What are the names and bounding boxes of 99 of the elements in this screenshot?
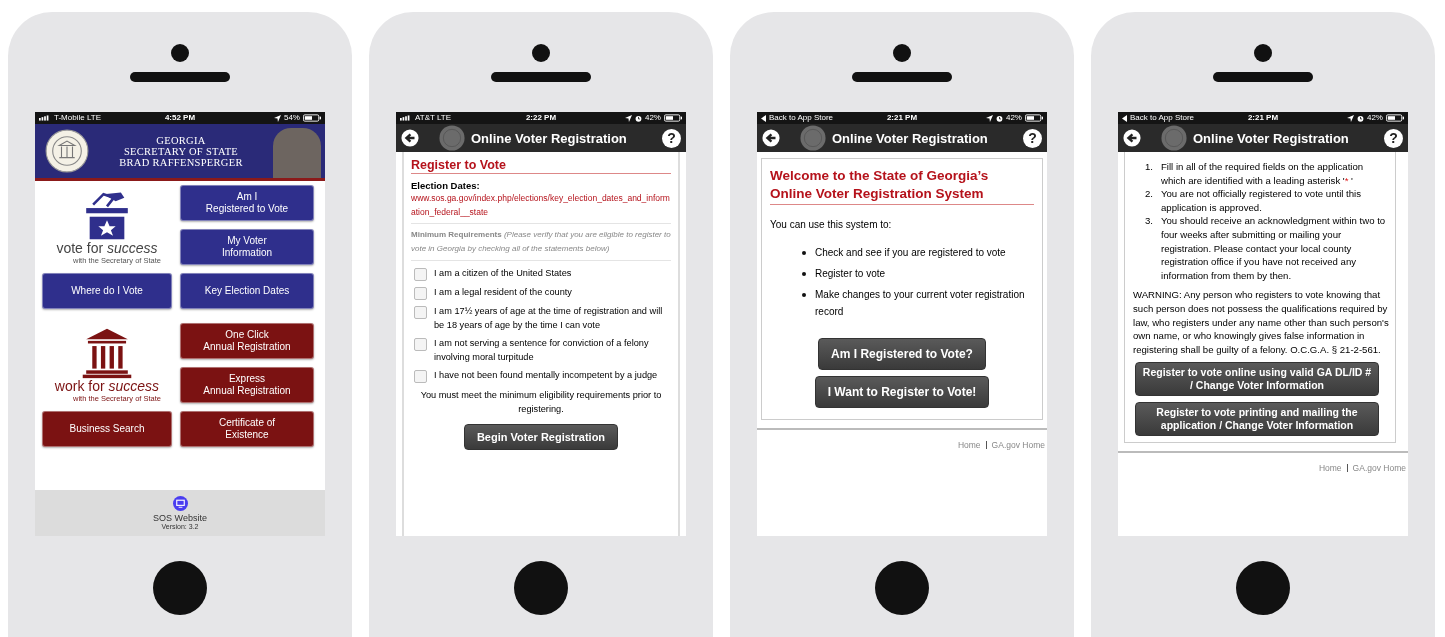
carrier-label[interactable]: Back to App Store [1130,113,1195,123]
location-icon [273,114,281,122]
logo-text: vote for success [56,241,158,256]
register-button[interactable]: Register to vote printing and mailing the application / Change Voter Information [1135,402,1379,437]
battery-icon [303,114,321,122]
state-seal-icon [45,129,89,173]
checkbox[interactable] [414,338,427,351]
checkbox[interactable] [414,268,427,281]
battery-icon [1025,114,1043,122]
begin-registration-button[interactable]: Begin Voter Registration [463,424,619,450]
back-icon[interactable] [761,114,766,122]
carrier-label: T-Mobile LTE [54,113,101,123]
menu-button[interactable]: Express Annual Registration [180,367,314,403]
home-button[interactable] [153,561,207,615]
alarm-icon [995,114,1003,122]
checkbox-label: I am not serving a sentence for conviction of a felony involving moral turpitude [434,337,650,364]
header-title: GEORGIA SECRETARY OF STATE BRAD RAFFENSPERGER [118,134,244,168]
home-button[interactable] [1236,561,1290,615]
photo-placeholder [273,128,321,178]
carrier-label[interactable]: Back to App Store [769,113,834,123]
checkbox[interactable] [414,370,427,383]
carrier-label: AT&T LTE [415,113,451,123]
battery-icon [1386,114,1404,122]
help-button[interactable]: ? [1023,128,1042,148]
checkbox-label: I am a citizen of the United States [434,267,572,280]
footer-link[interactable]: GA.gov Home [1352,463,1406,474]
status-time: 2:21 PM [886,113,918,123]
register-button[interactable]: Register to vote online using valid GA DL/ID # / Change Voter Information [1135,362,1379,397]
list-item-text: Make changes to your current voter registration record [815,288,1026,319]
speaker-icon [1213,72,1313,82]
logo-text: work for success [54,379,160,394]
note-text: You must meet the minimum eligibility requirements prior to registering. [419,389,663,416]
footer-link[interactable]: GA.gov Home [991,440,1045,450]
camera-icon [532,44,550,62]
menu-button[interactable]: Key Election Dates [180,273,314,309]
action-button[interactable]: Am I Registered to Vote? [818,338,986,370]
home-button[interactable] [514,561,568,615]
camera-icon [893,44,911,62]
step-number: 1. [1145,160,1154,174]
screen-title: Online Voter Registration [471,130,628,146]
menu-button[interactable]: One Click Annual Registration [180,323,314,359]
home-button[interactable] [875,561,929,615]
menu-button[interactable]: Business Search [42,411,172,447]
alarm-icon [634,114,642,122]
step-text: Fill in all of the required fields on the application which are identified with a leading asterisk '* ' [1161,160,1365,188]
requirements-text: Minimum Requirements (Please verify that you are eligible to register to vote in Georgia by checking all of the statements below) [411,229,671,255]
status-time: 2:22 PM [525,113,557,123]
battery-percent: 42% [644,113,661,123]
warning-text: WARNING: Any person who registers to vote knowing that such person does not possess the qualifications required by law, who registers under any name other than such person's own name, or who knowingly gives false information in registering shall be guilty of a felony. O.C.G.A. § 21-2-561. [1133,288,1389,357]
camera-icon [1254,44,1272,62]
back-icon[interactable] [1122,114,1127,122]
footer-link[interactable]: Home [1318,463,1342,474]
checkbox-label: I have not been found mentally incompetent by a judge [434,369,658,382]
camera-icon [171,44,189,62]
speaker-icon [130,72,230,82]
step-number: 2. [1145,187,1154,202]
battery-percent: 42% [1366,113,1383,123]
election-dates-link[interactable]: www.sos.ga.gov/index.php/elections/key_election_dates_and_information_federal__state [411,191,671,219]
bullet-icon [802,251,806,255]
footer-link[interactable]: Home [957,440,981,450]
action-button[interactable]: I Want to Register to Vote! [814,376,990,408]
menu-button[interactable]: Certificate of Existence [180,411,314,447]
field-label: Election Dates: [411,180,481,191]
welcome-heading: Welcome to the State of Georgia’s Online Voter Registration System [770,167,1034,205]
location-icon [1346,114,1354,122]
list-item-text: Register to vote [815,267,886,281]
section-heading: Register to Vote [411,158,671,174]
battery-icon [664,114,682,122]
signal-icon [39,115,51,121]
menu-button[interactable]: My Voter Information [180,229,314,265]
list-item-text: Check and see if you are registered to vote [815,246,1006,260]
screen-title: Online Voter Registration [832,130,989,146]
monitor-icon[interactable] [172,496,188,511]
speaker-icon [491,72,591,82]
menu-button[interactable]: Where do I Vote [42,273,172,309]
help-button[interactable]: ? [1384,128,1403,148]
checkbox[interactable] [414,306,427,319]
screen-title: Online Voter Registration [1193,130,1350,146]
intro-text: You can use this system to: [770,219,893,230]
help-button[interactable]: ? [662,128,681,148]
battery-percent: 42% [1005,113,1022,123]
menu-button[interactable]: Am I Registered to Vote [180,185,314,221]
speaker-icon [852,72,952,82]
checkbox-label: I am 17½ years of age at the time of registration and will be 18 years of age by the time I can vote [434,305,664,332]
bullet-icon [802,293,806,297]
step-text: You are not officially registered to vote until this application is approved. [1161,187,1362,215]
alarm-icon [1356,114,1364,122]
step-text: You should receive an acknowledgment within two to four weeks after submitting or mailing your registration. Please contact your local county registration office if you have not received any information from them by then. [1161,214,1387,283]
status-time: 4:52 PM [164,113,196,123]
location-icon [985,114,993,122]
bullet-icon [802,272,806,276]
battery-percent: 54% [283,113,300,123]
status-time: 2:21 PM [1247,113,1279,123]
signal-icon [400,115,412,121]
checkbox[interactable] [414,287,427,300]
location-icon [624,114,632,122]
step-number: 3. [1145,214,1154,229]
website-link[interactable]: SOS Website [153,513,207,523]
checkbox-label: I am a legal resident of the county [434,286,572,299]
